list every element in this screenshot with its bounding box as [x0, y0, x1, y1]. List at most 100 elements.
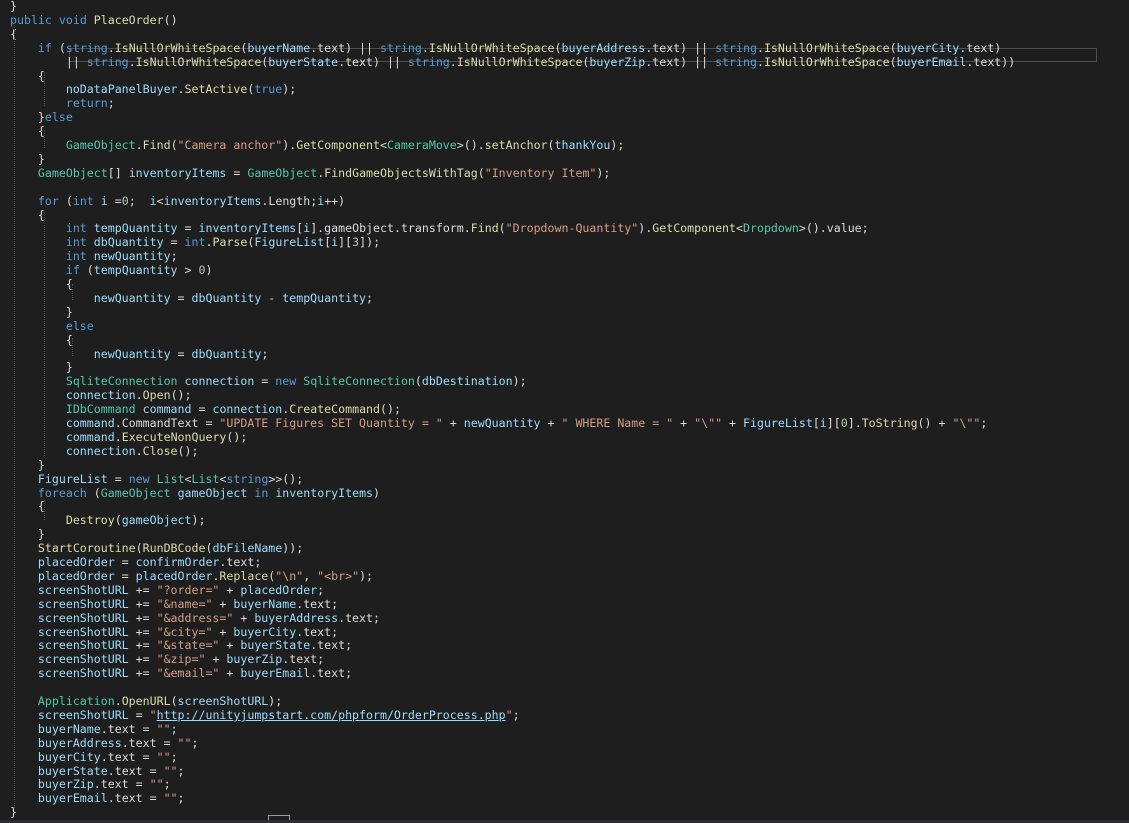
code-token: ). [638, 221, 653, 236]
code-line[interactable]: } [10, 458, 45, 472]
code-line[interactable]: screenShotURL += "&zip=" + buyerZip.text… [10, 652, 324, 666]
code-line[interactable]: buyerEmail.text = ""; [10, 791, 185, 805]
code-token: >>(); [268, 471, 304, 486]
code-line[interactable]: } [10, 305, 73, 319]
code-line[interactable]: screenShotURL = "http://unityjumpstart.c… [10, 708, 520, 722]
code-line[interactable]: if (string.IsNullOrWhiteSpace(buyerName.… [10, 41, 1001, 55]
code-line[interactable]: int dbQuantity = int.Parse(FigureList[i]… [10, 235, 380, 249]
code-line[interactable]: if (tempQuantity > 0) [10, 263, 213, 277]
code-line[interactable]: buyerCity.text = ""; [10, 750, 178, 764]
code-line[interactable]: screenShotURL += "&state=" + buyerState.… [10, 638, 352, 652]
code-line[interactable]: buyerAddress.text = ""; [10, 735, 199, 750]
code-line[interactable]: IDbCommand command = connection.CreateCo… [10, 402, 401, 416]
code-line[interactable]: public void PlaceOrder() [10, 13, 178, 27]
code-token: Dropdown [743, 221, 799, 236]
code-line[interactable]: GameObject[] inventoryItems = GameObject… [10, 166, 610, 180]
code-token: else [44, 110, 73, 125]
code-line[interactable]: Destroy(gameObject); [10, 513, 206, 528]
code-line[interactable]: { [10, 499, 45, 513]
code-token: ); [268, 694, 283, 708]
code-line[interactable]: FigureList = new List<List<string>>(); [10, 472, 303, 486]
code-line[interactable]: connection.Open(); [10, 388, 192, 402]
code-token: buyerState [37, 763, 108, 778]
code-token: ; [191, 735, 199, 750]
code-token: int [72, 193, 94, 208]
code-token: += [128, 610, 157, 625]
code-line[interactable]: foreach (GameObject gameObject in invent… [10, 486, 380, 500]
code-line[interactable]: placedOrder = placedOrder.Replace("\n", … [10, 569, 373, 583]
code-token: + [540, 416, 562, 430]
code-token: } [10, 527, 45, 542]
url-link[interactable]: http://unityjumpstart.com/phpform/OrderP… [157, 708, 506, 722]
code-line[interactable]: } [10, 360, 73, 374]
code-token: " [505, 707, 513, 722]
code-token: "&state=" [156, 638, 220, 653]
code-line[interactable]: screenShotURL += "&city=" + buyerCity.te… [10, 625, 338, 639]
code-token: . [114, 429, 122, 444]
code-token: || [10, 54, 87, 69]
code-line[interactable]: { [10, 333, 73, 347]
code-token: FigureList [743, 416, 813, 430]
code-line[interactable]: screenShotURL += "&email=" + buyerEmail.… [10, 666, 352, 680]
code-token: gameObject [121, 513, 192, 528]
code-token: screenShotURL [37, 638, 129, 653]
code-token: ( [86, 485, 101, 500]
code-line[interactable]: StartCoroutine(RunDBCode(dbFileName)); [10, 541, 303, 555]
code-line[interactable]: placedOrder = confirmOrder.text; [10, 555, 261, 569]
code-token: . [114, 694, 122, 708]
code-line[interactable]: screenShotURL += "&address=" + buyerAddr… [10, 611, 380, 625]
code-line[interactable]: buyerState.text = ""; [10, 764, 185, 778]
code-token: connection [212, 402, 283, 417]
code-line[interactable]: command.CommandText = "UPDATE Figures SE… [10, 416, 988, 430]
code-line[interactable]: command.ExecuteNonQuery(); [10, 429, 248, 444]
code-token: += [128, 652, 157, 667]
code-line[interactable]: { [10, 208, 45, 222]
code-line[interactable]: Application.OpenURL(screenShotURL); [10, 694, 282, 708]
code-line[interactable]: { [10, 124, 45, 138]
code-line[interactable]: int newQuantity; [10, 249, 178, 263]
code-token: .Length; [261, 193, 318, 208]
code-line[interactable]: SqliteConnection connection = new Sqlite… [10, 374, 527, 388]
code-line[interactable]: noDataPanelBuyer.SetActive(true); [10, 82, 296, 96]
code-token: + [722, 416, 743, 430]
code-token: ; [107, 96, 115, 111]
code-token: "<br>" [317, 568, 360, 583]
code-line[interactable]: screenShotURL += "&name=" + buyerName.te… [10, 597, 338, 611]
code-line[interactable]: GameObject.Find("Camera anchor").GetComp… [10, 138, 624, 152]
code-line[interactable]: { [10, 277, 73, 291]
code-line[interactable]: buyerName.text = ""; [10, 722, 178, 736]
code-line[interactable]: else [10, 319, 94, 333]
code-line[interactable]: screenShotURL += "?order=" + placedOrder… [10, 583, 324, 597]
code-line[interactable]: newQuantity = dbQuantity - tempQuantity; [10, 291, 373, 305]
code-token: "?order=" [156, 582, 220, 597]
code-line[interactable]: for (int i =0; i<inventoryItems.Length;i… [10, 194, 345, 208]
code-line[interactable]: }else [10, 110, 73, 124]
indent-guide [72, 338, 73, 356]
code-token: (); [177, 443, 199, 458]
code-token: ); [610, 138, 625, 152]
code-token: buyerName [233, 596, 297, 611]
code-line[interactable]: return; [10, 96, 115, 110]
code-line[interactable]: { [10, 69, 45, 83]
code-token: Destroy [65, 513, 115, 528]
code-token: .text = [93, 777, 150, 792]
code-line[interactable]: int tempQuantity = inventoryItems[i].gam… [10, 221, 869, 235]
code-token: CreateCommand [289, 402, 381, 417]
code-token: ( [135, 541, 143, 556]
code-line[interactable]: || string.IsNullOrWhiteSpace(buyerState.… [10, 55, 1015, 69]
code-line[interactable]: } [10, 0, 17, 13]
code-token: [ [812, 416, 820, 430]
code-line[interactable]: } [10, 152, 45, 166]
code-line[interactable]: } [10, 527, 45, 541]
code-token: inventoryItems [128, 165, 227, 180]
code-line[interactable]: buyerZip.text = ""; [10, 777, 171, 791]
code-editor[interactable]: } public void PlaceOrder(){ if (string.Is… [0, 0, 1129, 823]
code-line[interactable]: newQuantity = dbQuantity; [10, 347, 269, 361]
code-line[interactable]: connection.Close(); [10, 444, 199, 458]
